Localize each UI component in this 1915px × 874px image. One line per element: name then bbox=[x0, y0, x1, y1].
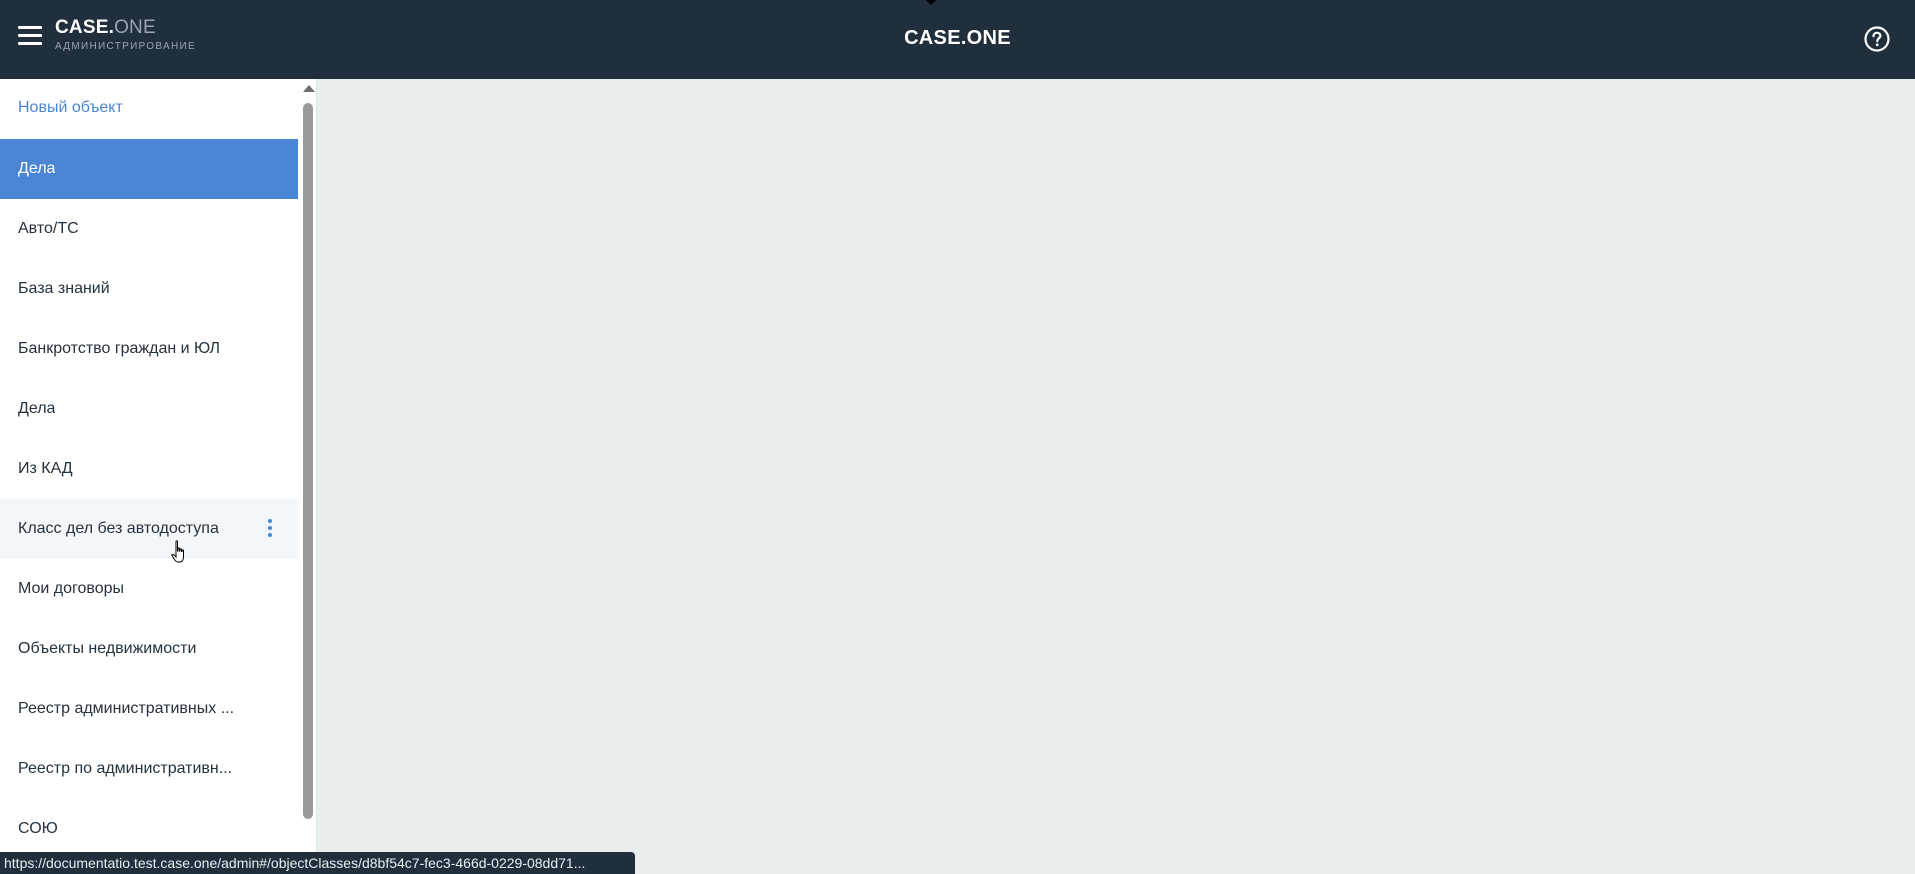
sidebar-item-label: Авто/ТС bbox=[18, 220, 79, 237]
help-circle-icon[interactable] bbox=[1863, 25, 1891, 53]
sidebar-item-label: Реестр по административн... bbox=[18, 760, 233, 777]
hand-cursor-icon bbox=[171, 540, 184, 563]
sidebar-scrollbar[interactable] bbox=[300, 79, 316, 874]
sidebar-item-label: Дела bbox=[18, 400, 56, 417]
sidebar-item-knowledge-base[interactable]: База знаний bbox=[0, 259, 298, 319]
sidebar-item-no-autoaccess[interactable]: Класс дел без автодоступа bbox=[0, 499, 298, 559]
sidebar-item-dela-active[interactable]: Дела bbox=[0, 139, 298, 199]
scroll-up-arrow-icon[interactable] bbox=[303, 85, 315, 92]
top-notch-icon bbox=[926, 0, 936, 5]
sidebar-item-admin-registry-2[interactable]: Реестр по административн... bbox=[0, 739, 298, 799]
main-content-area bbox=[317, 79, 1915, 874]
sidebar-item-admin-registry[interactable]: Реестр административных ... bbox=[0, 679, 298, 739]
top-app-bar: CASE.ONE АДМИНИСТРИРОВАНИЕ CASE.ONE bbox=[0, 0, 1915, 79]
sidebar-item-label: Мои договоры bbox=[18, 580, 125, 597]
sidebar-item-bankruptcy[interactable]: Банкротство граждан и ЮЛ bbox=[0, 319, 298, 379]
sidebar-item-real-estate[interactable]: Объекты недвижимости bbox=[0, 619, 298, 679]
sidebar-item-label: Объекты недвижимости bbox=[18, 640, 197, 657]
page-title: CASE.ONE bbox=[904, 27, 1011, 49]
sidebar: Новый объект Дела Авто/ТС База знаний Ба… bbox=[0, 79, 317, 874]
sidebar-item-label: Дела bbox=[18, 160, 56, 177]
sidebar-item-contracts[interactable]: Мои договоры bbox=[0, 559, 298, 619]
sidebar-item-label: Из КАД bbox=[18, 460, 73, 477]
sidebar-item-label: СОЮ bbox=[18, 820, 58, 837]
sidebar-item-dela[interactable]: Дела bbox=[0, 379, 298, 439]
scrollbar-thumb[interactable] bbox=[303, 103, 313, 819]
new-object-link[interactable]: Новый объект bbox=[18, 99, 123, 117]
sidebar-item-label: Реестр административных ... bbox=[18, 700, 235, 717]
more-vert-icon[interactable] bbox=[267, 519, 273, 541]
status-bar-url: https://documentatio.test.case.one/admin… bbox=[0, 852, 635, 874]
sidebar-item-label: Банкротство граждан и ЮЛ bbox=[18, 340, 220, 357]
object-class-list: Дела Авто/ТС База знаний Банкротство гра… bbox=[0, 139, 298, 859]
sidebar-item-avto[interactable]: Авто/ТС bbox=[0, 199, 298, 259]
sidebar-item-kad[interactable]: Из КАД bbox=[0, 439, 298, 499]
sidebar-item-soyu[interactable]: СОЮ bbox=[0, 799, 298, 859]
sidebar-item-label: База знаний bbox=[18, 280, 110, 297]
